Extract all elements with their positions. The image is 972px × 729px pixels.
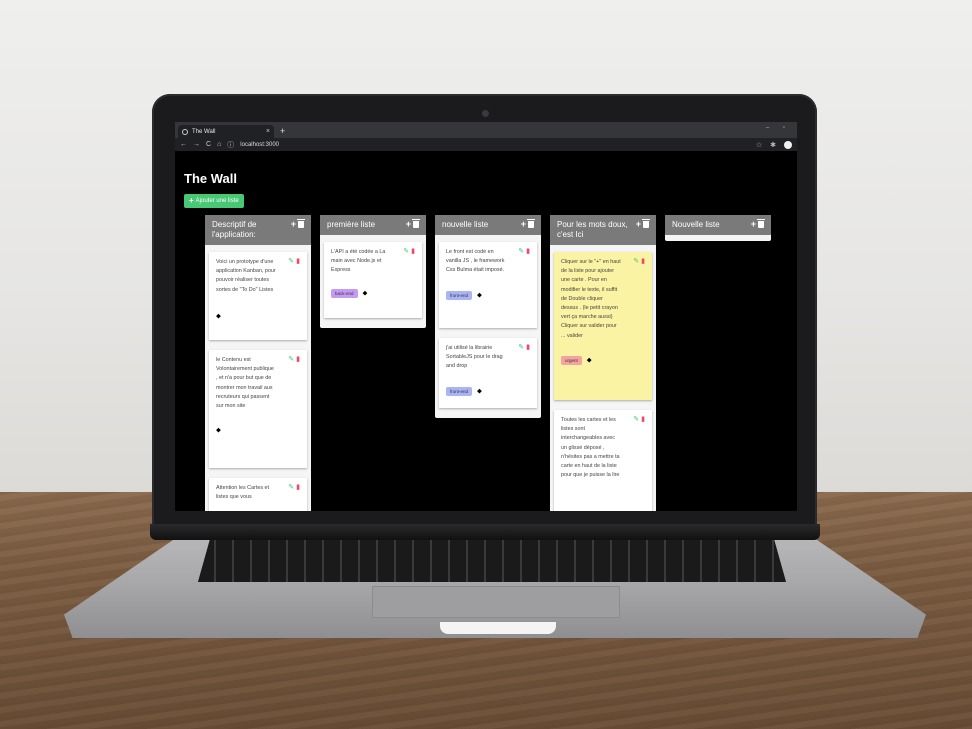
laptop-keyboard — [198, 540, 786, 582]
list-title[interactable]: Nouvelle liste — [672, 220, 751, 230]
tags-icon[interactable]: ⬥ — [477, 386, 482, 398]
tag-badge[interactable]: front-end — [446, 386, 473, 397]
tags-icon[interactable]: ⬥ — [363, 288, 368, 300]
plus-icon[interactable]: + — [291, 220, 296, 229]
home-icon[interactable]: ⌂ — [217, 141, 221, 148]
browser-tab[interactable]: The Wall × — [178, 125, 274, 138]
extension-icon[interactable]: ✱ — [770, 141, 776, 149]
list-title[interactable]: Pour les mots doux, c'est Ici — [557, 220, 636, 240]
tags-icon[interactable]: ⬥ — [587, 355, 592, 367]
kanban-page: The Wall + Ajouter une liste Descriptif … — [175, 151, 797, 511]
address-bar[interactable]: localhost:3000 — [240, 142, 750, 148]
list-header[interactable]: Nouvelle liste + — [665, 215, 771, 235]
kanban-card[interactable]: ✎ ▮ L'API a été codée a La main avec Node… — [324, 242, 422, 318]
kanban-card[interactable]: ✎ ▮ le Contenu est Volontairement publiqu… — [209, 350, 307, 468]
card-text: Toutes les cartes et les listes sont int… — [561, 417, 620, 479]
tab-title: The Wall — [192, 128, 216, 135]
profile-avatar[interactable] — [784, 140, 792, 149]
card-text: L'API a été codée a La main avec Node.js… — [331, 249, 386, 274]
list-title[interactable]: Descriptif de l'application: — [212, 220, 291, 240]
card-text: j'ai utilisé la librairie SortableJS pou… — [446, 345, 503, 370]
trash-icon[interactable]: ▮ — [411, 248, 415, 255]
trash-icon[interactable] — [642, 219, 650, 228]
kanban-card[interactable]: ✎ ▮ Voici un prototype d'une application … — [209, 252, 307, 340]
trash-icon[interactable]: ▮ — [296, 258, 300, 265]
window-controls[interactable]: – ▫ — [766, 125, 791, 131]
card-text: Attention les Cartes et listes que vous — [216, 485, 270, 501]
plus-icon[interactable]: + — [751, 220, 756, 229]
kanban-list[interactable]: nouvelle liste + ✎ ▮ Le front est codé en… — [435, 215, 541, 418]
laptop-lid-notch — [440, 622, 556, 634]
trash-icon[interactable]: ▮ — [296, 484, 300, 491]
list-title[interactable]: nouvelle liste — [442, 220, 521, 230]
kanban-card[interactable]: ✎ ▮ Cliquer sur le "+" en haut de la list… — [554, 252, 652, 400]
trash-icon[interactable]: ▮ — [296, 356, 300, 363]
tab-close-icon[interactable]: × — [266, 128, 270, 135]
tag-badge[interactable]: urgent — [561, 355, 582, 366]
plus-icon[interactable]: + — [636, 220, 641, 229]
tags-icon[interactable]: ⬥ — [216, 425, 221, 437]
plus-icon[interactable]: + — [406, 220, 411, 229]
back-icon[interactable]: ← — [180, 141, 187, 148]
kanban-list[interactable]: Descriptif de l'application: + ✎ ▮ Voici … — [205, 215, 311, 511]
list-header[interactable]: Descriptif de l'application: + — [205, 215, 311, 245]
reload-icon[interactable]: C — [206, 141, 211, 148]
bookmark-star-icon[interactable]: ☆ — [756, 141, 762, 149]
tags-icon[interactable]: ⬥ — [477, 290, 482, 302]
tag-badge[interactable]: back-end — [331, 288, 358, 299]
trash-icon[interactable] — [297, 219, 305, 228]
add-list-label: Ajouter une liste — [195, 198, 239, 204]
card-text: Cliquer sur le "+" en haut de la liste p… — [561, 259, 621, 339]
list-header[interactable]: première liste + — [320, 215, 426, 235]
add-list-button[interactable]: + Ajouter une liste — [184, 194, 244, 208]
plus-icon[interactable]: + — [521, 220, 526, 229]
site-info-icon[interactable]: ⓘ — [227, 140, 234, 150]
trash-icon[interactable] — [757, 219, 765, 228]
pencil-icon[interactable]: ✎ — [518, 248, 524, 255]
trash-icon[interactable] — [412, 219, 420, 228]
laptop-trackpad — [372, 586, 620, 618]
list-header[interactable]: Pour les mots doux, c'est Ici + — [550, 215, 656, 245]
tag-badge[interactable]: front-end — [446, 290, 473, 301]
trash-icon[interactable] — [527, 219, 535, 228]
kanban-list[interactable]: Nouvelle liste + — [665, 215, 771, 241]
list-title[interactable]: première liste — [327, 220, 406, 230]
kanban-list[interactable]: première liste + ✎ ▮ L'API a été codée a … — [320, 215, 426, 328]
trash-icon[interactable]: ▮ — [526, 344, 530, 351]
browser-tab-bar: The Wall × + – ▫ — [175, 122, 797, 138]
pencil-icon[interactable]: ✎ — [288, 484, 294, 491]
kanban-card[interactable]: ✎ ▮ Toutes les cartes et les listes sont … — [554, 410, 652, 511]
webcam — [482, 110, 489, 117]
kanban-list[interactable]: Pour les mots doux, c'est Ici + ✎ ▮ Cliqu… — [550, 215, 656, 511]
pencil-icon[interactable]: ✎ — [633, 416, 639, 423]
pencil-icon[interactable]: ✎ — [403, 248, 409, 255]
pencil-icon[interactable]: ✎ — [633, 258, 639, 265]
plus-icon: + — [189, 196, 194, 205]
kanban-card[interactable]: ✎ ▮ Attention les Cartes et listes que vo… — [209, 478, 307, 511]
card-text: le Contenu est Volontairement publique ,… — [216, 357, 274, 409]
kanban-card[interactable]: ✎ ▮ Le front est codé en vanilla JS , le … — [439, 242, 537, 328]
trash-icon[interactable]: ▮ — [526, 248, 530, 255]
laptop-screen: The Wall × + – ▫ ← → C ⌂ ⓘ localhost:300… — [175, 122, 797, 511]
list-header[interactable]: nouvelle liste + — [435, 215, 541, 235]
trash-icon[interactable]: ▮ — [641, 258, 645, 265]
forward-icon[interactable]: → — [193, 141, 200, 148]
pencil-icon[interactable]: ✎ — [288, 356, 294, 363]
pencil-icon[interactable]: ✎ — [288, 258, 294, 265]
new-tab-button[interactable]: + — [280, 125, 285, 138]
laptop-hinge — [150, 524, 820, 540]
pencil-icon[interactable]: ✎ — [518, 344, 524, 351]
card-text: Voici un prototype d'une application Kan… — [216, 259, 276, 293]
browser-toolbar: ← → C ⌂ ⓘ localhost:3000 ☆ ✱ — [175, 138, 797, 151]
card-text: Le front est codé en vanilla JS , le fra… — [446, 249, 505, 274]
tags-icon[interactable]: ⬥ — [216, 311, 221, 323]
kanban-card[interactable]: ✎ ▮ j'ai utilisé la librairie SortableJS … — [439, 338, 537, 408]
favicon-icon — [182, 128, 188, 135]
trash-icon[interactable]: ▮ — [641, 416, 645, 423]
page-title: The Wall — [184, 171, 237, 186]
